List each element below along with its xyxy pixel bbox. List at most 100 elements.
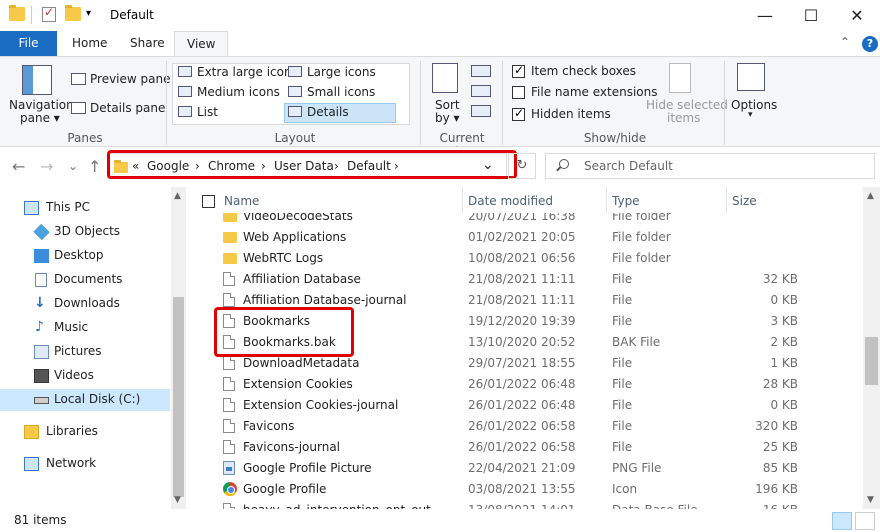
file-name-extensions-checkbox[interactable] bbox=[512, 86, 525, 99]
status-bar: 81 items bbox=[0, 509, 880, 532]
nav-pane-scrollbar[interactable]: ▲ ▼ bbox=[171, 187, 186, 509]
table-row[interactable]: Favicons 26/01/2022 06:58 File 320 KB bbox=[196, 415, 864, 436]
table-row[interactable]: Google Profile Picture 22/04/2021 21:09 PN… bbox=[196, 457, 864, 478]
details-pane-button[interactable]: Details pane bbox=[90, 101, 165, 115]
layout-small-icons[interactable]: Small icons bbox=[288, 85, 375, 99]
nav-item-local-disk[interactable]: Local Disk (C:) bbox=[0, 389, 170, 411]
table-row[interactable]: WebRTC Logs 10/08/2021 06:56 File folder bbox=[196, 247, 864, 268]
table-row[interactable]: Extension Cookies-journal 26/01/2022 06:4… bbox=[196, 394, 864, 415]
layout-details[interactable]: Details bbox=[288, 105, 349, 119]
table-row[interactable]: heavy_ad_intervention_opt_out13/08/2021 … bbox=[196, 499, 864, 509]
layout-extra-large-icons[interactable]: Extra large icons bbox=[178, 65, 298, 79]
divider bbox=[420, 61, 421, 145]
file-list-scrollbar[interactable]: ▲ ▼ bbox=[863, 187, 880, 509]
tab-view[interactable]: View bbox=[174, 31, 229, 57]
table-row[interactable]: Affiliation Database 21/08/2021 11:11 File… bbox=[196, 268, 864, 289]
nav-item-label: Documents bbox=[54, 272, 123, 286]
close-button[interactable]: ✕ bbox=[834, 0, 880, 31]
add-columns-icon[interactable] bbox=[471, 85, 491, 97]
column-divider[interactable] bbox=[726, 187, 727, 213]
up-button[interactable]: ↑ bbox=[88, 157, 101, 176]
new-folder-icon[interactable] bbox=[65, 5, 81, 21]
size-columns-icon[interactable] bbox=[471, 105, 491, 117]
column-type[interactable]: Type bbox=[612, 194, 640, 208]
maximize-button[interactable]: ☐ bbox=[788, 0, 834, 31]
image-icon bbox=[223, 461, 235, 475]
details-view-button[interactable] bbox=[832, 512, 852, 530]
file-list-scroll-thumb[interactable] bbox=[865, 337, 878, 385]
options-button[interactable]: Options bbox=[731, 98, 777, 112]
sort-by-button[interactable]: Sort bbox=[435, 98, 460, 112]
preview-pane-button[interactable]: Preview pane bbox=[90, 72, 170, 86]
file-date-modified: 01/02/2021 20:05 bbox=[468, 230, 576, 244]
file-size: 0 KB bbox=[770, 398, 798, 412]
column-date-modified[interactable]: Date modified bbox=[468, 194, 553, 208]
navigation-pane-button-label[interactable]: pane ▾ bbox=[20, 111, 60, 125]
hide-selected-items-label[interactable]: items bbox=[667, 111, 700, 125]
file-size: 28 KB bbox=[762, 377, 798, 391]
file-icon bbox=[223, 398, 235, 412]
nav-item-music[interactable]: ♪ Music bbox=[0, 317, 170, 339]
quick-access-dropdown[interactable]: ▾ bbox=[86, 8, 91, 19]
back-button[interactable]: ← bbox=[12, 157, 25, 176]
file-size: 2 KB bbox=[770, 335, 798, 349]
nav-item-downloads[interactable]: ↓ Downloads bbox=[0, 293, 170, 315]
nav-item-desktop[interactable]: Desktop bbox=[0, 245, 170, 267]
file-name-extensions-label[interactable]: File name extensions bbox=[531, 85, 658, 99]
minimize-button[interactable]: — bbox=[742, 0, 788, 31]
layout-large-icons[interactable]: Large icons bbox=[288, 65, 376, 79]
forward-button[interactable]: → bbox=[40, 157, 53, 176]
sort-by-button-label[interactable]: by ▾ bbox=[435, 111, 460, 125]
nav-item-documents[interactable]: Documents bbox=[0, 269, 170, 291]
nav-item-this-pc[interactable]: This PC bbox=[0, 197, 170, 219]
folder-icon bbox=[223, 253, 237, 264]
recent-locations-button[interactable]: ⌄ bbox=[68, 159, 78, 173]
column-divider[interactable] bbox=[462, 187, 463, 213]
options-dropdown-icon[interactable]: ▾ bbox=[748, 110, 753, 120]
nav-pane-scroll-thumb[interactable] bbox=[173, 297, 184, 497]
scroll-down-icon[interactable]: ▼ bbox=[174, 495, 181, 505]
help-icon[interactable]: ? bbox=[862, 36, 878, 52]
nav-item-videos[interactable]: Videos bbox=[0, 365, 170, 387]
layout-list[interactable]: List bbox=[178, 105, 218, 119]
refresh-button[interactable]: ↻ bbox=[508, 153, 536, 179]
file-date-modified: 29/07/2021 18:55 bbox=[468, 356, 576, 370]
navigation-pane-button[interactable]: Navigation bbox=[9, 98, 74, 112]
search-input[interactable]: Search Default bbox=[584, 159, 673, 173]
scroll-up-icon[interactable]: ▲ bbox=[174, 191, 181, 201]
item-check-boxes-label[interactable]: Item check boxes bbox=[531, 64, 636, 78]
column-size[interactable]: Size bbox=[732, 194, 757, 208]
nav-item-label: This PC bbox=[46, 200, 90, 214]
nav-item-network[interactable]: Network bbox=[0, 453, 170, 475]
hidden-items-label[interactable]: Hidden items bbox=[531, 107, 611, 121]
hidden-items-checkbox[interactable] bbox=[512, 106, 525, 121]
select-all-checkbox[interactable] bbox=[202, 195, 215, 208]
collapse-ribbon-icon[interactable]: ⌃ bbox=[840, 35, 850, 49]
nav-item-3d-objects[interactable]: 3D Objects bbox=[0, 221, 170, 243]
nav-item-pictures[interactable]: Pictures bbox=[0, 341, 170, 363]
scroll-up-icon[interactable]: ▲ bbox=[867, 191, 874, 201]
scroll-down-icon[interactable]: ▼ bbox=[867, 495, 874, 505]
column-name[interactable]: Name bbox=[224, 194, 259, 208]
tab-home[interactable]: Home bbox=[60, 31, 119, 56]
properties-icon[interactable] bbox=[42, 5, 56, 22]
table-row[interactable]: Google Profile 03/08/2021 13:55 Icon 196 KB bbox=[196, 478, 864, 499]
item-check-boxes-checkbox[interactable] bbox=[512, 63, 525, 78]
tab-share[interactable]: Share bbox=[118, 31, 177, 56]
group-by-icon[interactable] bbox=[471, 65, 491, 77]
search-box[interactable]: Search Default bbox=[545, 153, 875, 179]
layout-medium-icons[interactable]: Medium icons bbox=[178, 85, 280, 99]
nav-item-libraries[interactable]: Libraries bbox=[0, 421, 170, 443]
table-row[interactable]: Favicons-journal 26/01/2022 06:58 File 25 K… bbox=[196, 436, 864, 457]
tab-file[interactable]: File bbox=[0, 31, 57, 56]
table-row[interactable]: Extension Cookies 26/01/2022 06:48 File 28 … bbox=[196, 373, 864, 394]
medium-icons-icon bbox=[178, 86, 192, 97]
file-icon bbox=[223, 356, 235, 370]
details-icon bbox=[288, 106, 302, 117]
hide-selected-items-button[interactable]: Hide selected bbox=[646, 98, 728, 112]
column-divider[interactable] bbox=[606, 187, 607, 213]
divider bbox=[502, 61, 503, 145]
large-icons-view-button[interactable] bbox=[855, 512, 875, 530]
table-row[interactable]: Web Applications 01/02/2021 20:05 File fol… bbox=[196, 226, 864, 247]
videos-icon bbox=[34, 369, 49, 383]
